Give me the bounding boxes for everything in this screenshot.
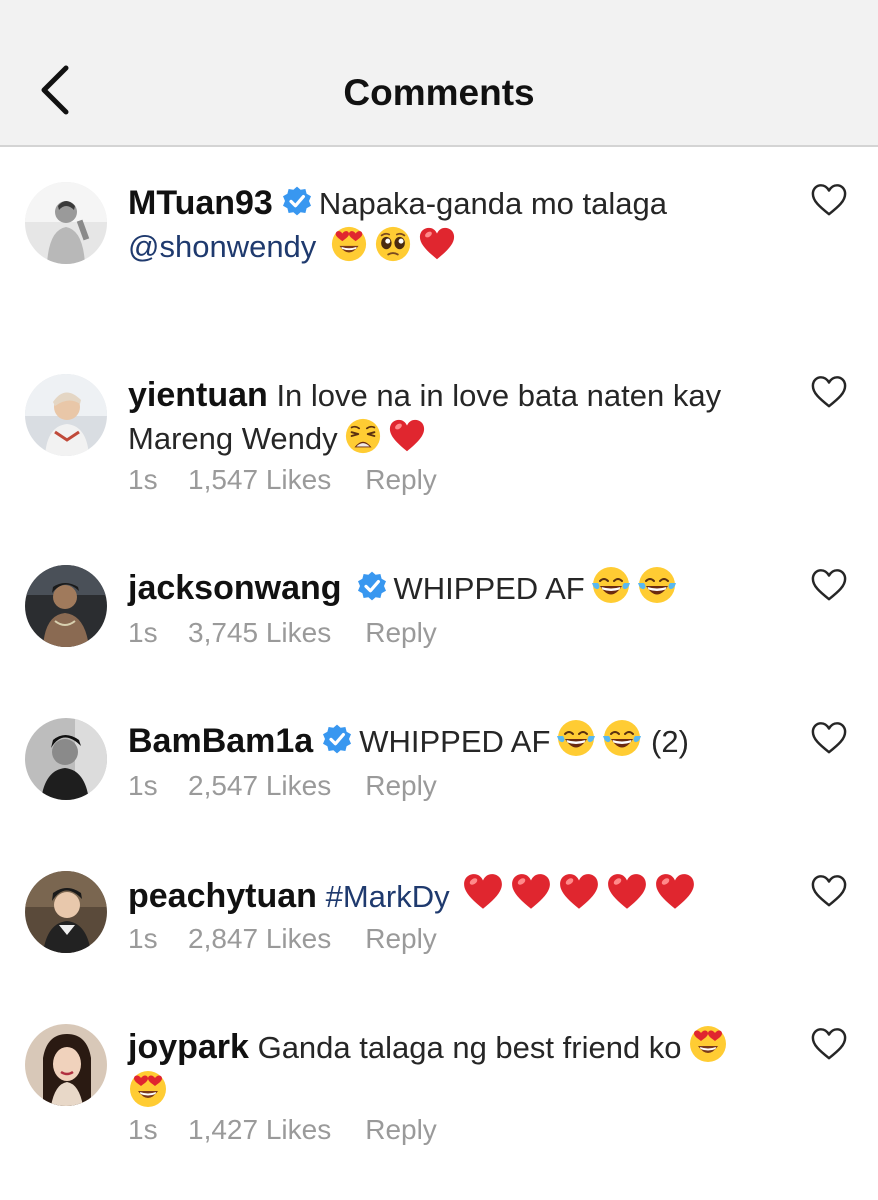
red-heart-emoji-icon <box>418 225 456 263</box>
weary-face-emoji-icon <box>344 417 382 455</box>
reply-button[interactable]: Reply <box>365 617 437 649</box>
red-heart-emoji-icon <box>558 871 600 913</box>
heart-eyes-emoji-icon <box>128 1069 168 1109</box>
reply-button[interactable]: Reply <box>365 464 437 496</box>
tears-of-joy-emoji-icon <box>637 565 677 605</box>
comment-username[interactable]: BamBam1a <box>128 722 313 760</box>
comment-timestamp: 1s <box>128 464 158 495</box>
verified-badge-icon <box>356 570 388 602</box>
comment-body: peachytuan #MarkDy <box>128 871 796 918</box>
comment-body: joypark Ganda talaga ng best friend ko <box>128 1024 796 1114</box>
comment-username[interactable]: peachytuan <box>128 877 317 915</box>
comment-likes-count[interactable]: 3,745 Likes <box>188 617 331 649</box>
red-heart-emoji-icon <box>654 871 696 913</box>
comment-likes-count[interactable]: 2,547 Likes <box>188 770 331 802</box>
comment-text: WHIPPED AF <box>359 724 551 759</box>
avatar[interactable] <box>25 565 107 647</box>
avatar[interactable] <box>25 1024 107 1106</box>
like-heart-icon[interactable] <box>810 873 848 909</box>
comment-text: Napaka-ganda mo talaga <box>318 186 667 221</box>
comment-username[interactable]: MTuan93 <box>128 184 273 222</box>
comment-timestamp: 1s <box>128 1114 158 1145</box>
comment-hashtag[interactable]: #MarkDy <box>326 879 450 914</box>
comment-username[interactable]: joypark <box>128 1028 249 1066</box>
comment-meta: 1s 3,745 Likes Reply <box>128 617 437 649</box>
reply-button[interactable]: Reply <box>365 923 437 955</box>
avatar[interactable] <box>25 871 107 953</box>
heart-eyes-emoji-icon <box>330 225 368 263</box>
comment-username[interactable]: yientuan <box>128 376 268 414</box>
heart-eyes-emoji-icon <box>688 1024 728 1064</box>
comment-body: BamBam1a WHIPPED AF (2) <box>128 718 796 763</box>
comment-timestamp: 1s <box>128 770 158 801</box>
avatar[interactable] <box>25 182 107 264</box>
red-heart-emoji-icon <box>606 871 648 913</box>
like-heart-icon[interactable] <box>810 567 848 603</box>
tears-of-joy-emoji-icon <box>602 718 642 758</box>
page-title: Comments <box>343 72 535 113</box>
comment-likes-count[interactable]: 1,547 Likes <box>188 464 331 496</box>
red-heart-emoji-icon <box>388 417 426 455</box>
verified-badge-icon <box>321 723 353 755</box>
comment-mention[interactable]: @shonwendy <box>128 229 316 264</box>
pleading-face-emoji-icon <box>374 225 412 263</box>
red-heart-emoji-icon <box>510 871 552 913</box>
like-heart-icon[interactable] <box>810 720 848 756</box>
like-heart-icon[interactable] <box>810 374 848 410</box>
comment-text: Ganda talaga ng best friend ko <box>257 1030 682 1065</box>
comment-likes-count[interactable]: 2,847 Likes <box>188 923 331 955</box>
red-heart-emoji-icon <box>462 871 504 913</box>
reply-button[interactable]: Reply <box>365 770 437 802</box>
like-heart-icon[interactable] <box>810 182 848 218</box>
reply-button[interactable]: Reply <box>365 1114 437 1146</box>
comment-timestamp: 1s <box>128 923 158 954</box>
avatar[interactable] <box>25 374 107 456</box>
comment-timestamp: 1s <box>128 617 158 648</box>
comment-meta: 1s 1,547 Likes Reply <box>128 464 437 496</box>
comment-suffix: (2) <box>651 724 689 759</box>
avatar[interactable] <box>25 718 107 800</box>
top-nav-bar: Comments <box>0 0 878 147</box>
comment-username[interactable]: jacksonwang <box>128 569 342 607</box>
comment-meta: 1s 2,847 Likes Reply <box>128 923 437 955</box>
tears-of-joy-emoji-icon <box>591 565 631 605</box>
comment-likes-count[interactable]: 1,427 Likes <box>188 1114 331 1146</box>
comment-text: WHIPPED AF <box>393 571 585 606</box>
comment-meta: 1s 2,547 Likes Reply <box>128 770 437 802</box>
comment-meta: 1s 1,427 Likes Reply <box>128 1114 437 1146</box>
comment-body: yientuan In love na in love bata naten k… <box>128 374 796 460</box>
verified-badge-icon <box>281 185 313 217</box>
comment-body: MTuan93 Napaka-ganda mo talaga @shonwendy <box>128 182 796 268</box>
like-heart-icon[interactable] <box>810 1026 848 1062</box>
comment-body: jacksonwang WHIPPED AF <box>128 565 796 610</box>
tears-of-joy-emoji-icon <box>556 718 596 758</box>
